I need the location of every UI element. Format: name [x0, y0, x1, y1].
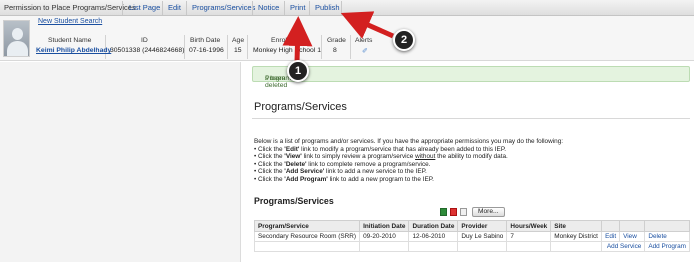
col-header-view: [619, 220, 646, 232]
left-sidebar: [0, 62, 241, 262]
page-title: Programs/Services: [254, 101, 347, 113]
age-header: Age: [232, 37, 245, 44]
edit-link[interactable]: Edit: [601, 231, 621, 242]
nav-divider: [341, 1, 342, 15]
instructions-list: • Click the 'Edit' link to modify a prog…: [254, 146, 508, 183]
nav-divider: [284, 1, 285, 15]
nav-divider: [252, 1, 253, 15]
avatar-head-shape: [12, 28, 23, 40]
top-nav-bar: Permission to Place Programs/Services Li…: [0, 0, 694, 16]
col-header-site: Site: [550, 220, 603, 232]
view-link[interactable]: View: [619, 231, 646, 242]
student-id-value: 30501338 (2446824668): [110, 47, 185, 54]
nav-divider: [162, 1, 163, 15]
nav-link-list-page[interactable]: List Page: [129, 3, 160, 12]
instruction-item: • Click the 'Add Service' link to add a …: [254, 168, 427, 176]
cell-provider: Duy Le Sabino: [457, 231, 508, 242]
intro-text: Below is a list of programs and/or servi…: [254, 138, 564, 145]
nav-link-notice[interactable]: Notice: [258, 3, 279, 12]
empty-cell: [408, 241, 459, 252]
avatar-body-shape: [7, 41, 28, 56]
delete-link[interactable]: Delete: [644, 231, 690, 242]
thumbtack-icon[interactable]: ✐: [362, 47, 368, 55]
excel-icon[interactable]: [440, 208, 447, 216]
student-name-header: Student Name: [48, 37, 92, 44]
birth-date-header: Birth Date: [190, 37, 221, 44]
instruction-item: • Click the 'Delete' link to complete re…: [254, 160, 431, 168]
empty-cell: [359, 241, 410, 252]
nav-divider: [122, 1, 123, 15]
title-divider: [252, 118, 690, 119]
instruction-item: • Click the 'Edit' link to modify a prog…: [254, 146, 507, 153]
nav-page-title: Permission to Place Programs/Services: [4, 3, 136, 12]
student-avatar: [3, 20, 30, 57]
instruction-item: • Click the 'View' link to simply review…: [254, 153, 508, 161]
new-student-search-link[interactable]: New Student Search: [38, 18, 102, 25]
callout-badge-2: 2: [393, 29, 415, 51]
cell-program: Secondary Resource Room (SRR): [253, 231, 361, 242]
column-divider: [350, 35, 351, 59]
instruction-item: • Click the 'Add Program' link to add a …: [254, 175, 434, 183]
col-header-delete: [644, 220, 690, 232]
grade-header: Grade: [327, 37, 346, 44]
programs-table: Program/Service Initiation Date Duration…: [253, 220, 690, 252]
column-divider: [321, 35, 322, 59]
callout-badge-1: 1: [287, 60, 309, 82]
empty-cell: [506, 241, 552, 252]
success-message: Program s been deleted: [252, 66, 690, 89]
col-header-initiation: Initiation Date: [359, 220, 410, 232]
enrolled-value: Monkey High School 1: [253, 47, 322, 54]
column-divider: [227, 35, 228, 59]
alerts-header: Alerts: [355, 37, 373, 44]
empty-cell: [253, 241, 361, 252]
nav-divider: [186, 1, 187, 15]
table-row: Secondary Resource Room (SRR) 09-20-2010…: [253, 231, 690, 242]
pdf-icon[interactable]: [450, 208, 457, 216]
table-actions-row: Add Service Add Program: [253, 241, 690, 252]
add-service-link[interactable]: Add Service: [601, 241, 646, 252]
col-header-edit: [601, 220, 621, 232]
col-header-provider: Provider: [457, 220, 508, 232]
nav-link-print[interactable]: Print: [290, 3, 305, 12]
student-name-link[interactable]: Keimi Philip Abdelhady: [36, 47, 111, 54]
col-header-duration: Duration Date: [408, 220, 459, 232]
col-header-program: Program/Service: [253, 220, 361, 232]
age-value: 15: [234, 47, 242, 54]
table-header-row: Program/Service Initiation Date Duration…: [253, 220, 690, 232]
empty-cell: [550, 241, 603, 252]
programs-section-title: Programs/Services: [254, 196, 334, 206]
nav-link-programs-services[interactable]: Programs/Services: [192, 3, 255, 12]
col-header-hours: Hours/Week: [506, 220, 552, 232]
birth-date-value: 07-16-1996: [189, 47, 224, 54]
cell-hours-week: 7: [506, 231, 552, 242]
grade-value: 8: [333, 47, 337, 54]
more-button[interactable]: More...: [472, 207, 505, 217]
cell-initiation-date: 09-20-2010: [359, 231, 410, 242]
student-id-header: ID: [141, 37, 148, 44]
nav-link-edit[interactable]: Edit: [168, 3, 181, 12]
nav-link-publish[interactable]: Publish: [315, 3, 340, 12]
empty-cell: [457, 241, 508, 252]
cell-site: Monkey District: [550, 231, 603, 242]
cell-duration-date: 12-06-2010: [408, 231, 459, 242]
nav-divider: [309, 1, 310, 15]
document-icon[interactable]: [460, 208, 467, 216]
add-program-link[interactable]: Add Program: [644, 241, 690, 252]
column-divider: [247, 35, 248, 59]
enrolled-header: Enrolled: [271, 37, 296, 44]
